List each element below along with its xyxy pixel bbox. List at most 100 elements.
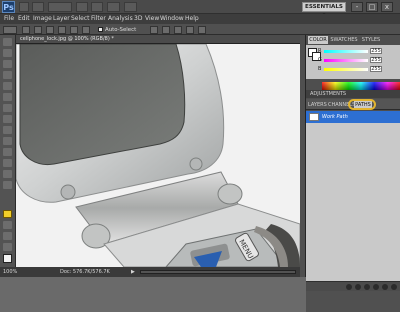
- screen-mode-button[interactable]: [124, 2, 137, 12]
- cellphone-image: MENU: [16, 44, 300, 267]
- foreground-color-swatch[interactable]: [3, 254, 12, 263]
- make-path-icon[interactable]: [373, 284, 379, 290]
- path-op-icon-2[interactable]: [162, 26, 170, 34]
- panel-dock-bottom: [306, 291, 400, 312]
- arrange-documents-button[interactable]: [107, 2, 120, 12]
- minibridge-button[interactable]: [32, 2, 44, 12]
- maximize-button[interactable]: □: [366, 2, 378, 12]
- brush-tool-icon[interactable]: [3, 115, 12, 123]
- adjustments-label: ADJUSTMENTS: [310, 91, 347, 97]
- horizontal-scrollbar[interactable]: [140, 270, 296, 274]
- menu-help[interactable]: Help: [185, 14, 199, 24]
- menu-select[interactable]: Select: [71, 14, 90, 24]
- work-path-row[interactable]: Work Path: [306, 111, 400, 123]
- menu-bar: File Edit Image Layer Select Filter Anal…: [0, 14, 400, 24]
- menu-3d[interactable]: 3D: [134, 14, 142, 24]
- color-spectrum[interactable]: [322, 82, 400, 90]
- eyedropper-tool-icon[interactable]: [3, 93, 12, 101]
- path-op-icon-3[interactable]: [174, 26, 182, 34]
- bridge-button[interactable]: [19, 2, 29, 12]
- crop-tool-icon[interactable]: [3, 82, 12, 90]
- workspace-switcher[interactable]: ESSENTIALS ▾: [302, 2, 346, 18]
- path-selection-tool-icon[interactable]: [3, 232, 12, 240]
- menu-analysis[interactable]: Analysis: [108, 14, 133, 24]
- quick-select-tool-icon[interactable]: [3, 71, 12, 79]
- menu-window[interactable]: Window: [160, 14, 184, 24]
- eraser-tool-icon[interactable]: [3, 148, 12, 156]
- gradient-tool-icon[interactable]: [3, 159, 12, 167]
- paths-highlight-circle: [348, 99, 376, 110]
- tab-styles[interactable]: STYLES: [360, 36, 382, 44]
- marquee-tool-icon[interactable]: [3, 49, 12, 57]
- delete-path-icon[interactable]: [391, 284, 397, 290]
- auto-select-checkbox[interactable]: [98, 27, 103, 32]
- clone-stamp-tool-icon[interactable]: [3, 126, 12, 134]
- type-tool-icon[interactable]: [3, 221, 12, 229]
- zoom-tool-button[interactable]: [91, 2, 103, 12]
- menu-layer[interactable]: Layer: [53, 14, 70, 24]
- shape-tool-icon[interactable]: [3, 243, 12, 251]
- auto-select-option[interactable]: Auto-Select: [98, 25, 136, 35]
- hand-tool-button[interactable]: [76, 2, 88, 12]
- blue-slider[interactable]: [324, 68, 368, 71]
- status-menu-arrow-icon[interactable]: ▶: [131, 267, 135, 277]
- paths-list-area[interactable]: [306, 123, 400, 281]
- document-tab[interactable]: cellphone_lock.jpg @ 100% (RGB/8) *: [16, 35, 300, 44]
- tool-preset-picker[interactable]: [3, 26, 17, 34]
- lasso-tool-icon[interactable]: [3, 60, 12, 68]
- history-brush-tool-icon[interactable]: [3, 137, 12, 145]
- path-thumbnail: [309, 113, 319, 121]
- path-op-icon-5[interactable]: [198, 26, 206, 34]
- zoom-readout[interactable]: 100%: [3, 267, 17, 277]
- zoom-level-box[interactable]: [48, 2, 72, 12]
- healing-brush-tool-icon[interactable]: [3, 104, 12, 112]
- option-icon-3[interactable]: [46, 26, 54, 34]
- blur-tool-icon[interactable]: [3, 170, 12, 178]
- document-size-info: Doc: 576.7K/576.7K: [60, 269, 110, 275]
- new-path-icon[interactable]: [382, 284, 388, 290]
- tab-layers[interactable]: LAYERS: [308, 101, 327, 109]
- pen-tool-icon[interactable]: [3, 210, 12, 218]
- menu-view[interactable]: View: [145, 14, 159, 24]
- minimize-button[interactable]: -: [351, 2, 363, 12]
- tools-panel: [0, 35, 16, 267]
- red-label: R: [318, 48, 322, 54]
- close-button[interactable]: x: [381, 2, 393, 12]
- green-slider[interactable]: [324, 59, 368, 62]
- menu-edit[interactable]: Edit: [18, 14, 30, 24]
- load-selection-icon[interactable]: [364, 284, 370, 290]
- panel-dock: COLOR SWATCHES STYLES R 255 G 255 B 255 …: [306, 35, 400, 312]
- application-bar: Ps ESSENTIALS ▾ - □ x: [0, 0, 400, 18]
- dodge-tool-icon[interactable]: [3, 181, 12, 189]
- auto-select-label: Auto-Select: [105, 27, 137, 33]
- fill-path-icon[interactable]: [346, 284, 352, 290]
- option-icon-6[interactable]: [82, 26, 90, 34]
- stroke-path-icon[interactable]: [355, 284, 361, 290]
- options-bar: Auto-Select: [0, 24, 400, 35]
- layers-tabs-row: LAYERS CHANNELS PATHS: [306, 99, 400, 110]
- path-op-icon-1[interactable]: [150, 26, 158, 34]
- blue-label: B: [318, 66, 322, 72]
- green-label: G: [318, 57, 322, 63]
- red-value[interactable]: 255: [370, 48, 382, 54]
- document-title: cellphone_lock.jpg @ 100% (RGB/8) *: [20, 36, 114, 42]
- paths-panel-footer: [306, 281, 400, 291]
- blue-value[interactable]: 255: [370, 66, 382, 72]
- option-icon-2[interactable]: [34, 26, 42, 34]
- document-canvas[interactable]: MENU: [16, 44, 300, 267]
- photoshop-logo: Ps: [2, 1, 15, 13]
- menu-filter[interactable]: Filter: [91, 14, 106, 24]
- option-icon-1[interactable]: [22, 26, 30, 34]
- path-op-icon-4[interactable]: [186, 26, 194, 34]
- menu-file[interactable]: File: [4, 14, 14, 24]
- color-panel-body: R 255 G 255 B 255: [306, 45, 400, 79]
- adjustments-bar[interactable]: ADJUSTMENTS: [306, 90, 400, 98]
- red-slider[interactable]: [324, 50, 368, 53]
- tab-color[interactable]: COLOR: [308, 36, 328, 44]
- option-icon-4[interactable]: [58, 26, 66, 34]
- move-tool-icon[interactable]: [3, 38, 12, 46]
- option-icon-5[interactable]: [70, 26, 78, 34]
- green-value[interactable]: 255: [370, 57, 382, 63]
- tab-swatches[interactable]: SWATCHES: [330, 36, 358, 44]
- menu-image[interactable]: Image: [33, 14, 52, 24]
